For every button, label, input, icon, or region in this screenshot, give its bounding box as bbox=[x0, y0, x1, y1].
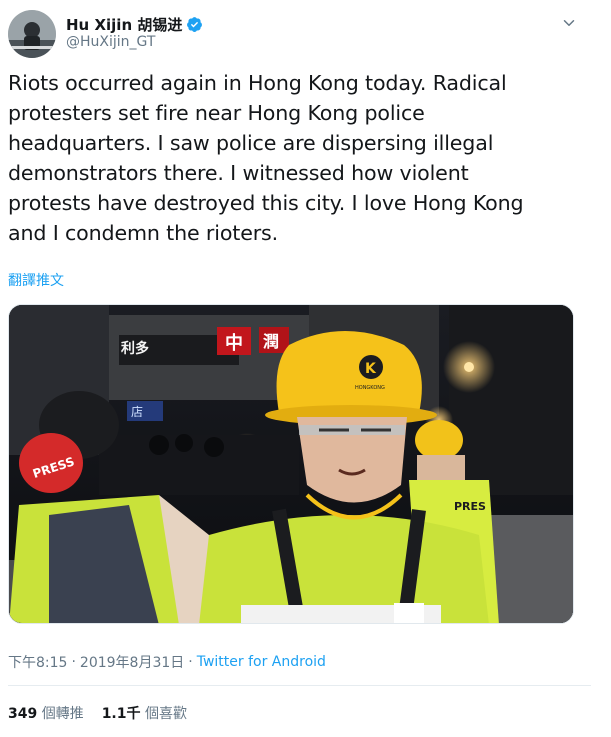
divider bbox=[8, 685, 591, 686]
retweets-count: 349 bbox=[8, 706, 38, 722]
tweet-text-line: protesters set fire near Hong Kong polic… bbox=[8, 101, 425, 125]
tweet-meta: 下午8:15 · 2019年8月31日 · Twitter for Androi… bbox=[8, 652, 326, 672]
author-display-name[interactable]: Hu Xijin 胡锡进 bbox=[66, 14, 182, 35]
tweet-time[interactable]: 下午8:15 bbox=[8, 652, 67, 672]
avatar[interactable] bbox=[8, 10, 56, 58]
tweet-source-link[interactable]: Twitter for Android bbox=[197, 654, 326, 670]
retweets-stat[interactable]: 349 個轉推 bbox=[8, 703, 84, 723]
author-name-row[interactable]: Hu Xijin 胡锡进 bbox=[66, 14, 203, 34]
tweet-text-line: protests have destroyed this city. I lov… bbox=[8, 191, 524, 215]
tweet-video[interactable]: 利多 中 潤 店 PRESS PRES K HONGKONG bbox=[8, 304, 574, 624]
hat-logo-text: HONGKONG bbox=[355, 385, 385, 391]
meta-separator: · bbox=[71, 654, 76, 670]
chevron-down-icon[interactable] bbox=[560, 14, 578, 32]
store-sign-red-2: 潤 bbox=[263, 332, 279, 351]
tweet-text: Riots occurred again in Hong Kong today.… bbox=[8, 68, 578, 248]
meta-separator: · bbox=[188, 654, 193, 670]
author-handle[interactable]: @HuXijin_GT bbox=[66, 34, 155, 50]
store-sign-red: 中 bbox=[225, 332, 243, 354]
verified-badge-icon bbox=[187, 16, 203, 32]
tweet-text-line: Riots occurred again in Hong Kong today.… bbox=[8, 71, 507, 95]
tweet-card: Hu Xijin 胡锡进 @HuXijin_GT Riots occurred … bbox=[0, 0, 591, 737]
tweet-text-line: and I condemn the rioters. bbox=[8, 221, 279, 245]
video-frame: 利多 中 潤 店 PRESS PRES K HONGKONG bbox=[9, 305, 573, 623]
avatar-image bbox=[8, 10, 56, 58]
translate-tweet-link[interactable]: 翻譯推文 bbox=[8, 270, 64, 290]
likes-label: 個喜歡 bbox=[144, 706, 187, 722]
likes-count: 1.1千 bbox=[101, 706, 141, 722]
tweet-date[interactable]: 2019年8月31日 bbox=[80, 652, 184, 672]
likes-stat[interactable]: 1.1千 個喜歡 bbox=[102, 703, 187, 723]
retweets-label: 個轉推 bbox=[41, 706, 84, 722]
vest-press-text: PRES bbox=[454, 500, 486, 513]
tweet-stats: 349 個轉推 1.1千 個喜歡 bbox=[8, 703, 187, 723]
yellow-hard-hat bbox=[276, 331, 422, 413]
store-sign: 利多 bbox=[121, 340, 149, 357]
tweet-text-line: headquarters. I saw police are dispersin… bbox=[8, 131, 494, 155]
tweet-text-line: demonstrators there. I witnessed how vio… bbox=[8, 161, 469, 185]
hat-logo: K bbox=[365, 361, 377, 377]
page-edge bbox=[591, 0, 611, 737]
store-sign-blue: 店 bbox=[131, 405, 143, 419]
